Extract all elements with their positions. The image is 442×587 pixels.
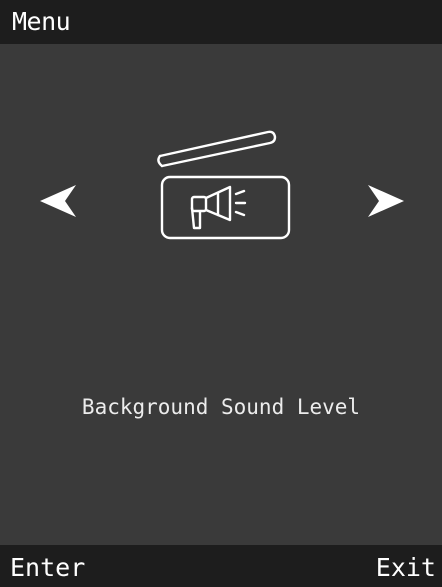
enter-softkey[interactable]: Enter [10, 552, 85, 584]
menu-carousel: Background Sound Level [0, 44, 442, 545]
arrow-right-icon [368, 185, 404, 217]
clapperboard-megaphone-icon[interactable] [150, 128, 298, 248]
menu-item-label: Background Sound Level [81, 395, 361, 419]
phone-screen: Menu Background Sound Level Enter Exit [0, 0, 442, 587]
arrow-left-icon [40, 185, 76, 217]
title-bar: Menu [0, 0, 442, 44]
previous-item-button[interactable] [36, 181, 80, 221]
softkey-bar: Enter Exit [0, 545, 442, 587]
screen-title: Menu [12, 7, 71, 36]
next-item-button[interactable] [364, 181, 408, 221]
exit-softkey[interactable]: Exit [376, 552, 436, 584]
